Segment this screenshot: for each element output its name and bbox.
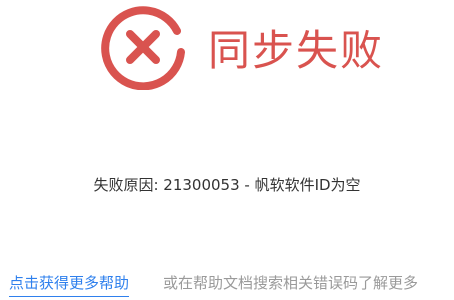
more-help-link[interactable]: 点击获得更多帮助 bbox=[9, 272, 130, 297]
status-header: 同步失败 bbox=[100, 2, 384, 92]
help-doc-hint: 或在帮助文档搜索相关错误码了解更多 bbox=[163, 274, 419, 292]
failure-reason: 失败原因: 21300053 - 帆软软件ID为空 bbox=[93, 176, 361, 194]
sync-failure-dialog: 同步失败 失败原因: 21300053 - 帆软软件ID为空 点击获得更多帮助 … bbox=[0, 0, 454, 300]
status-title: 同步失败 bbox=[208, 25, 385, 75]
error-x-circle-icon bbox=[101, 6, 185, 90]
